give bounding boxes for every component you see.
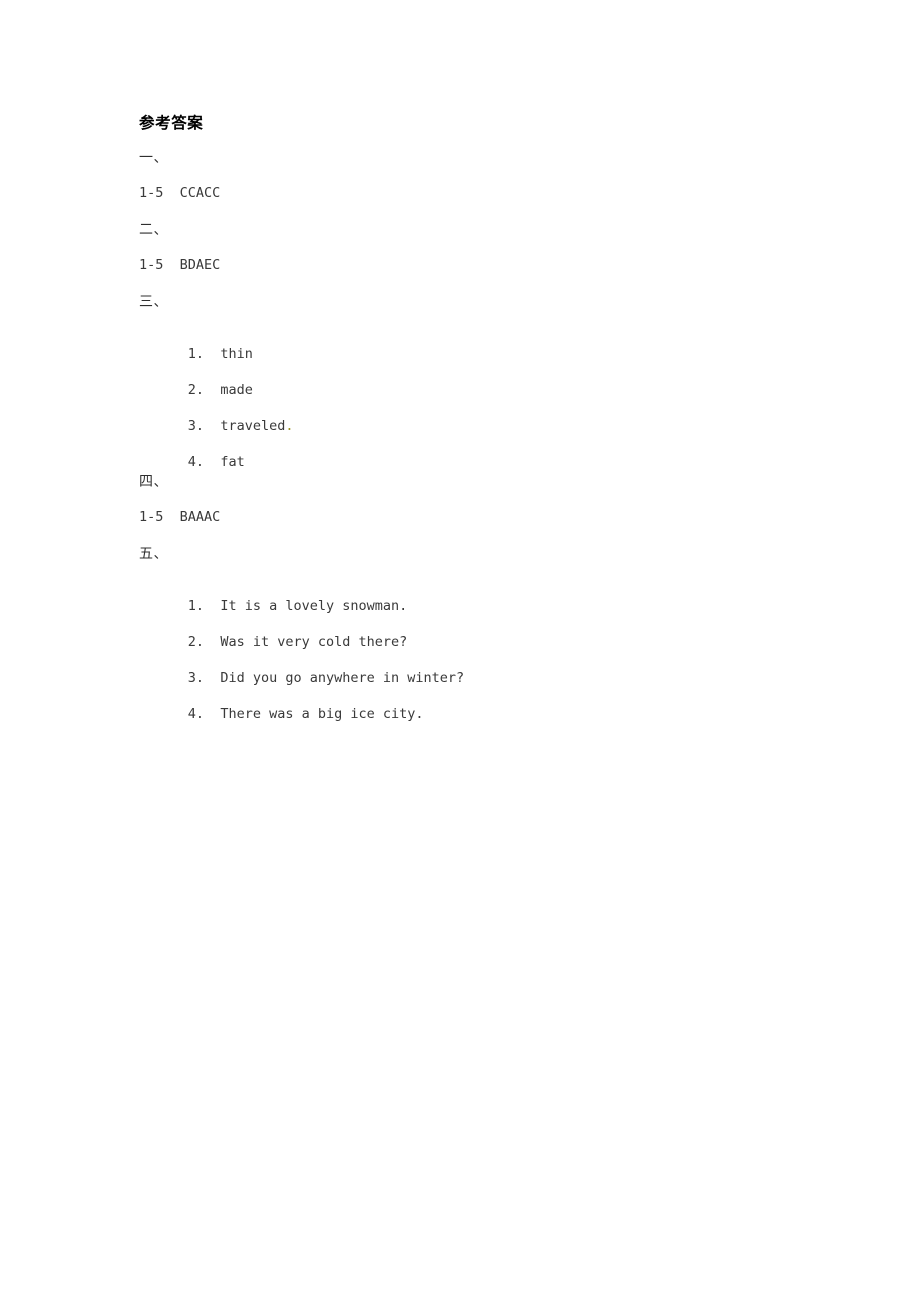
item-text: Did you go anywhere in winter? [220, 670, 465, 686]
item-marker: 3. [187, 418, 205, 434]
item-marker: 1. [187, 598, 205, 614]
list-item: 4. fat [139, 437, 839, 470]
item-text: It is a lovely snowman. [220, 598, 408, 614]
item-marker: 3. [187, 670, 205, 686]
section-heading-4: 四、 [139, 474, 168, 490]
item-marker: 1. [187, 346, 205, 362]
item-gap [204, 634, 220, 650]
item-text: There was a big ice city. [220, 706, 424, 722]
section-1-range-answer: 1-5 CCACC [139, 185, 221, 201]
section-heading-2: 二、 [139, 222, 168, 238]
item-text: fat [220, 454, 245, 470]
item-value [204, 418, 220, 434]
item-text: made [220, 382, 253, 398]
section-heading-5: 五、 [139, 546, 168, 562]
item-value [204, 454, 220, 470]
item-text: traveled [220, 418, 286, 434]
item-marker: 2. [187, 634, 205, 650]
list-item: 2. Was it very cold there? [139, 617, 839, 650]
item-value [204, 346, 220, 362]
item-text: Was it very cold there? [220, 634, 408, 650]
section-heading-1: 一、 [139, 150, 168, 166]
list-item: 3. traveled. [139, 401, 839, 434]
item-gap [204, 598, 220, 614]
answer-key-content: 参考答案 一、 1-5 CCACC 二、 1-5 BDAEC 三、 1. thi… [139, 112, 839, 725]
list-item: 4. There was a big ice city. [139, 689, 839, 722]
item-marker: 4. [187, 706, 205, 722]
item-marker: 4. [187, 454, 205, 470]
answer-key-page: 参考答案 一、 1-5 CCACC 二、 1-5 BDAEC 三、 1. thi… [0, 0, 920, 1302]
list-item: 3. Did you go anywhere in winter? [139, 653, 839, 686]
item-marker: 2. [187, 382, 205, 398]
list-item: 1. thin [139, 329, 839, 362]
section-4-range-answer: 1-5 BAAAC [139, 509, 221, 525]
section-2-range-answer: 1-5 BDAEC [139, 257, 221, 273]
item-gap [204, 706, 220, 722]
item-tail-mark: . [285, 418, 294, 434]
list-item: 2. made [139, 365, 839, 398]
item-value [204, 382, 220, 398]
item-text: thin [220, 346, 253, 362]
page-title: 参考答案 [139, 114, 204, 132]
item-gap [204, 670, 220, 686]
list-item: 1. It is a lovely snowman. [139, 581, 839, 614]
section-heading-3: 三、 [139, 294, 168, 310]
